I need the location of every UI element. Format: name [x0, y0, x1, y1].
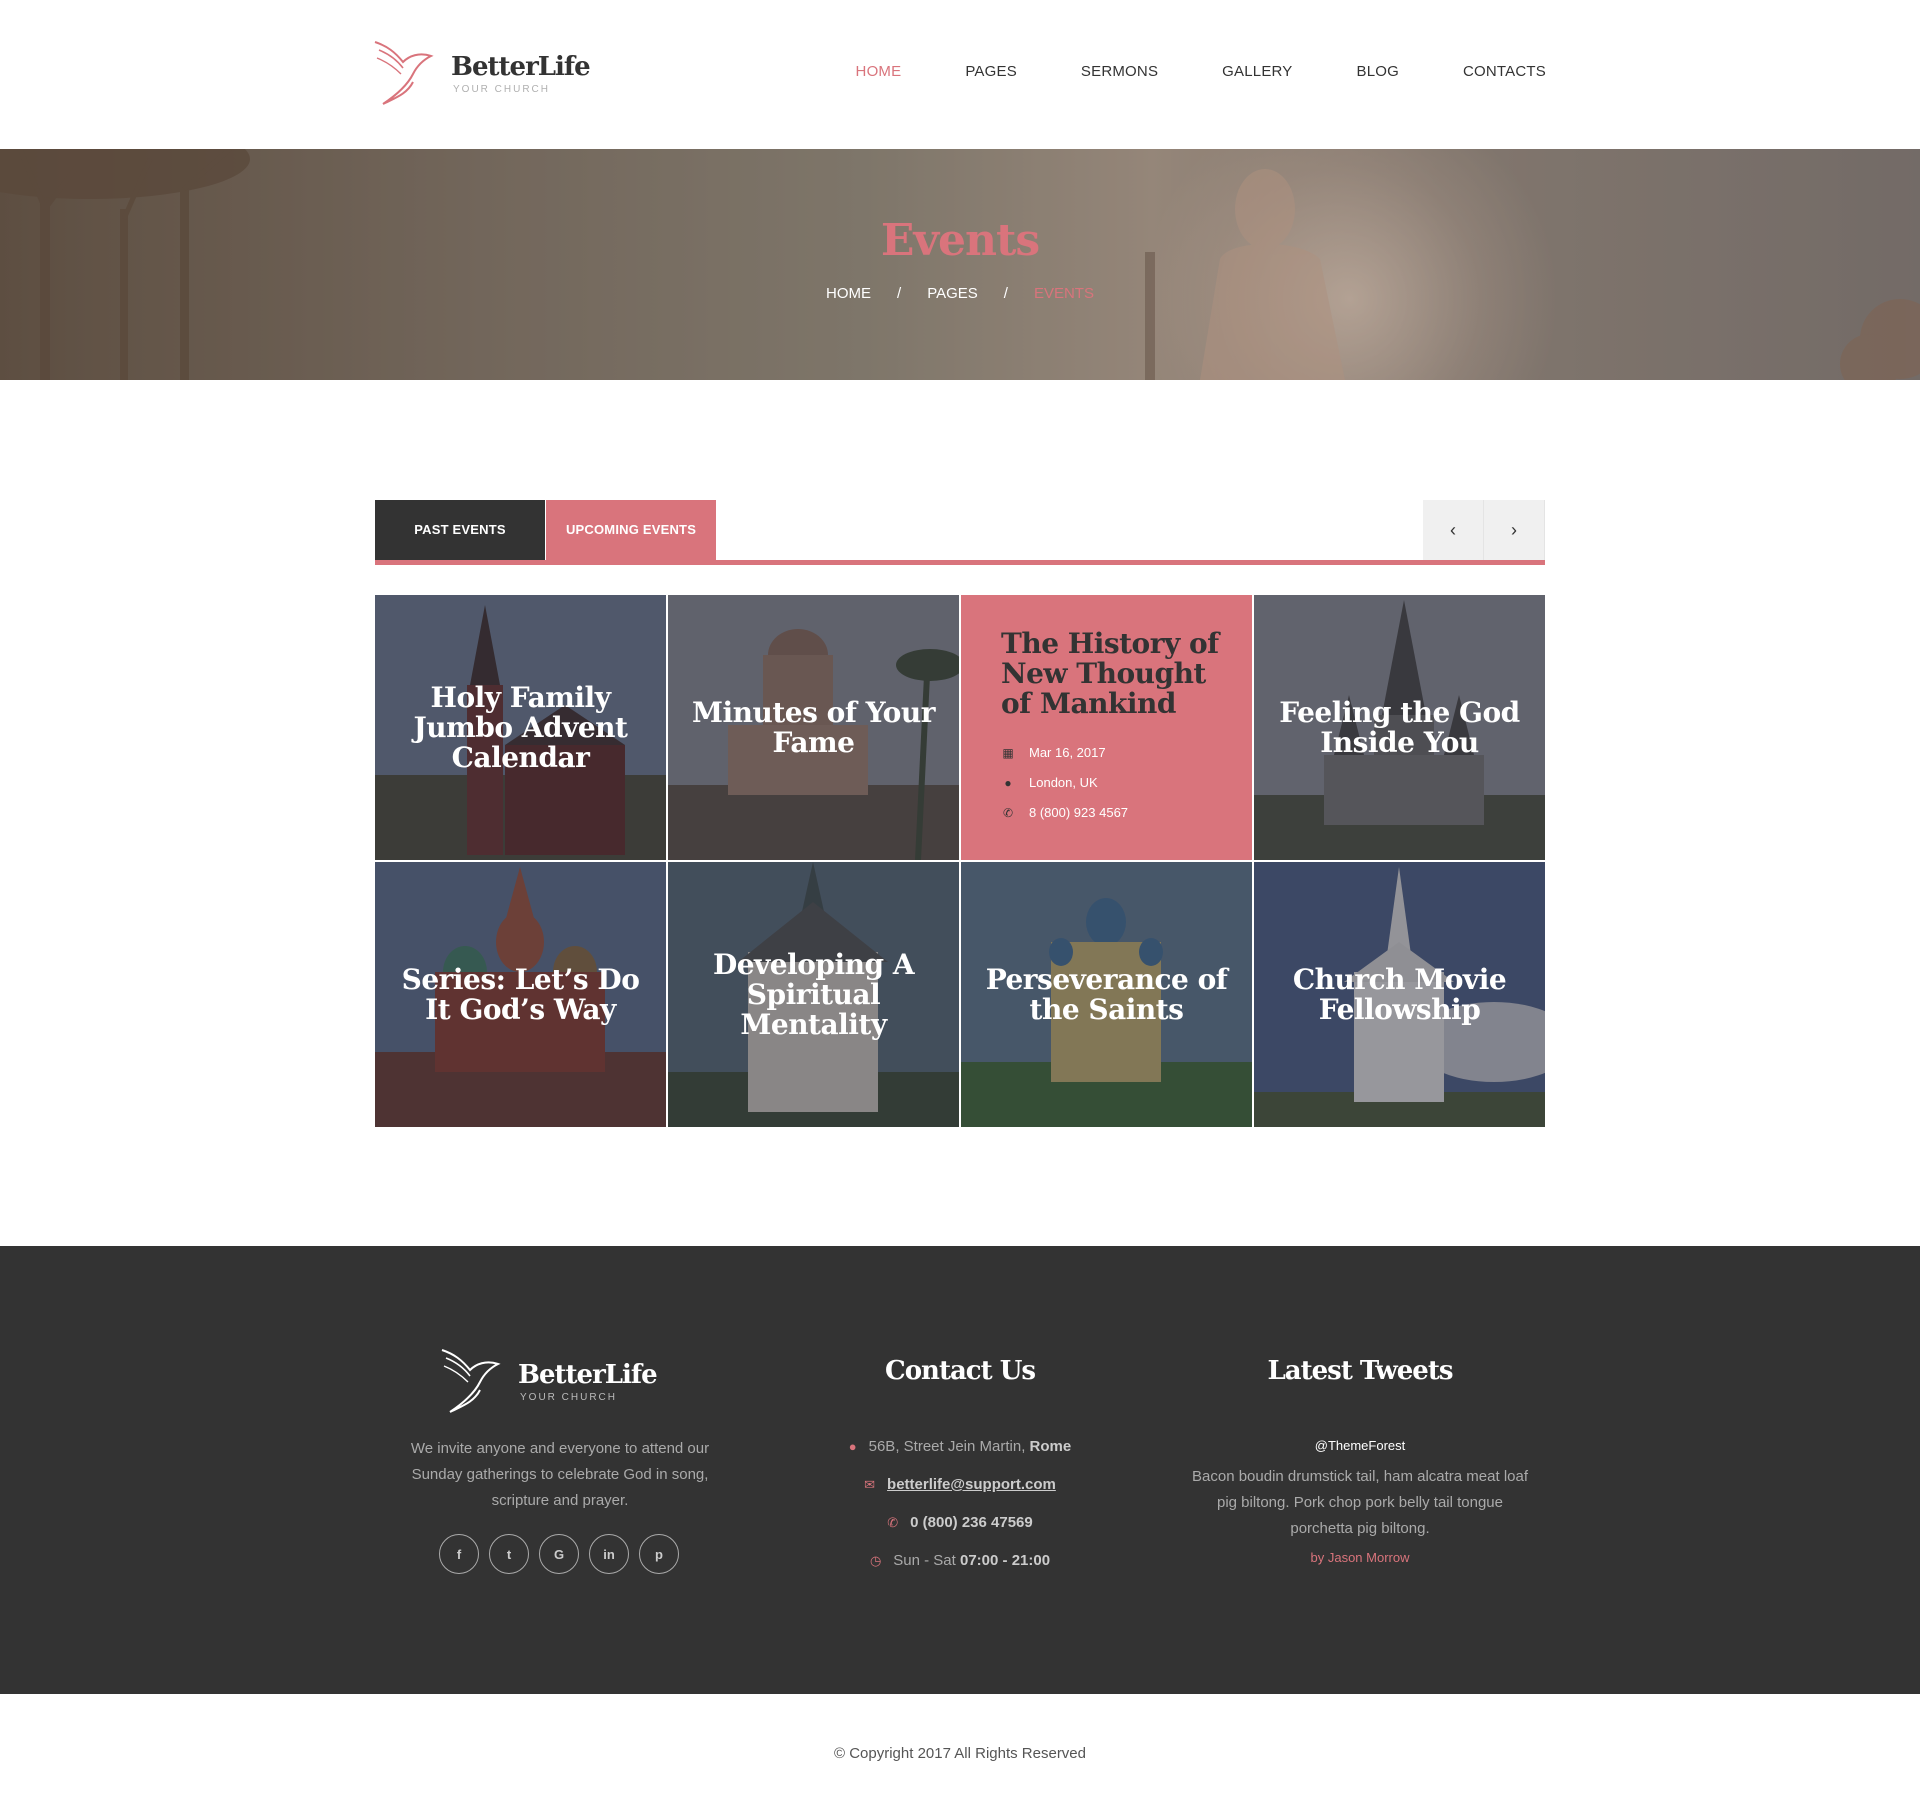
twitter-icon[interactable]: t: [489, 1534, 529, 1574]
dove-icon: [374, 41, 434, 105]
event-title: Feeling the God Inside You: [1279, 695, 1520, 759]
nav-blog[interactable]: BLOG: [1357, 63, 1399, 80]
main-nav: HOME PAGES SERMONS GALLERY BLOG CONTACTS: [792, 63, 1546, 80]
envelope-icon: ✉: [864, 1477, 876, 1492]
contact-address: ● 56B, Street Jein Martin, Rome: [848, 1438, 1072, 1455]
event-title: Series: Let’s Do It God’s Way: [401, 962, 640, 1026]
copyright: © Copyright 2017 All Rights Reserved: [833, 1745, 1086, 1762]
event-card[interactable]: Minutes of Your Fame: [668, 595, 959, 860]
nav-gallery[interactable]: GALLERY: [1222, 63, 1292, 80]
map-pin-icon: ●: [1004, 775, 1012, 790]
calendar-icon: ▦: [1002, 745, 1014, 760]
tab-upcoming-events[interactable]: UPCOMING EVENTS: [546, 500, 716, 560]
tweets-heading: Latest Tweets: [1267, 1356, 1454, 1386]
page-hero: Events HOME / PAGES / EVENTS: [0, 149, 1920, 380]
nav-home[interactable]: HOME: [856, 63, 902, 80]
page-title: Events: [880, 215, 1040, 266]
event-card-featured[interactable]: The History of New Thought of Mankind ▦ M…: [961, 595, 1252, 860]
events-grid: Holy Family Jumbo Advent Calendar Minute…: [375, 595, 1545, 1127]
contact-phone: ✆ 0 (800) 236 47569: [887, 1514, 1033, 1531]
chevron-right-icon[interactable]: ›: [1484, 500, 1545, 560]
contact-heading: Contact Us: [885, 1356, 1036, 1386]
events-tabs: PAST EVENTS UPCOMING EVENTS ‹ ›: [375, 500, 1545, 565]
event-date: ▦ Mar 16, 2017: [1002, 745, 1106, 760]
nav-pages[interactable]: PAGES: [965, 63, 1017, 80]
tweet-handle[interactable]: @ThemeForest: [1160, 1438, 1560, 1453]
event-title: Church Movie Fellowship: [1292, 962, 1507, 1026]
footer-brand-tagline: YOUR CHURCH: [520, 1392, 617, 1403]
phone-icon: ✆: [887, 1515, 899, 1530]
event-title: Developing A Spiritual Mentality: [712, 947, 915, 1041]
event-card[interactable]: Series: Let’s Do It God’s Way: [375, 862, 666, 1127]
event-phone: ✆ 8 (800) 923 4567: [1002, 805, 1129, 820]
event-card[interactable]: Holy Family Jumbo Advent Calendar: [375, 595, 666, 860]
event-title: The History of New Thought of Mankind: [1001, 627, 1219, 720]
site-header: BetterLife YOUR CHURCH HOME PAGES SERMON…: [0, 0, 1920, 149]
event-card[interactable]: Perseverance of the Saints: [961, 862, 1252, 1127]
breadcrumb: HOME / PAGES / EVENTS: [0, 285, 1920, 302]
breadcrumb-current: EVENTS: [1033, 285, 1094, 302]
footer-about-text: We invite anyone and everyone to attend …: [410, 1440, 710, 1509]
nav-contacts[interactable]: CONTACTS: [1463, 63, 1546, 80]
email-link[interactable]: betterlife@support.com: [887, 1476, 1056, 1493]
contact-hours: ◷ Sun - Sat 07:00 - 21:00: [869, 1552, 1051, 1569]
brand-tagline: YOUR CHURCH: [453, 84, 550, 95]
carousel-controls: ‹ ›: [1423, 500, 1545, 560]
footer-logo[interactable]: BetterLife YOUR CHURCH: [440, 1346, 658, 1418]
dove-icon: [441, 1349, 501, 1413]
event-card[interactable]: Developing A Spiritual Mentality: [668, 862, 959, 1127]
contact-email: ✉ betterlife@support.com: [760, 1476, 1160, 1493]
pinterest-icon[interactable]: p: [639, 1534, 679, 1574]
map-pin-icon: ●: [848, 1439, 857, 1454]
google-icon[interactable]: G: [539, 1534, 579, 1574]
event-card[interactable]: Church Movie Fellowship: [1254, 862, 1545, 1127]
chevron-left-icon[interactable]: ‹: [1423, 500, 1484, 560]
nav-sermons[interactable]: SERMONS: [1081, 63, 1158, 80]
event-card[interactable]: Feeling the God Inside You: [1254, 595, 1545, 860]
breadcrumb-separator: /: [897, 285, 902, 302]
clock-icon: ◷: [869, 1553, 882, 1568]
event-location: ● London, UK: [1001, 775, 1097, 790]
tabs-underline: [375, 560, 1545, 565]
event-title: Minutes of Your Fame: [692, 695, 935, 759]
breadcrumb-separator: /: [1003, 285, 1008, 302]
brand-name: BetterLife: [451, 52, 591, 82]
site-footer: BetterLife YOUR CHURCH We invite anyone …: [0, 1246, 1920, 1694]
phone-icon: ✆: [1002, 805, 1014, 820]
tweet-text: Bacon boudin drumstick tail, ham alcatra…: [1192, 1468, 1528, 1537]
event-title: Holy Family Jumbo Advent Calendar: [413, 680, 628, 774]
tab-past-events[interactable]: PAST EVENTS: [375, 500, 545, 560]
event-title: Perseverance of the Saints: [985, 962, 1228, 1026]
site-logo[interactable]: BetterLife YOUR CHURCH: [373, 38, 593, 110]
breadcrumb-home[interactable]: HOME: [826, 285, 871, 302]
facebook-icon[interactable]: f: [439, 1534, 479, 1574]
footer-brand-name: BetterLife: [518, 1360, 658, 1390]
breadcrumb-pages[interactable]: PAGES: [927, 285, 978, 302]
linkedin-icon[interactable]: in: [589, 1534, 629, 1574]
tweet-author[interactable]: by Jason Morrow: [1160, 1550, 1560, 1565]
